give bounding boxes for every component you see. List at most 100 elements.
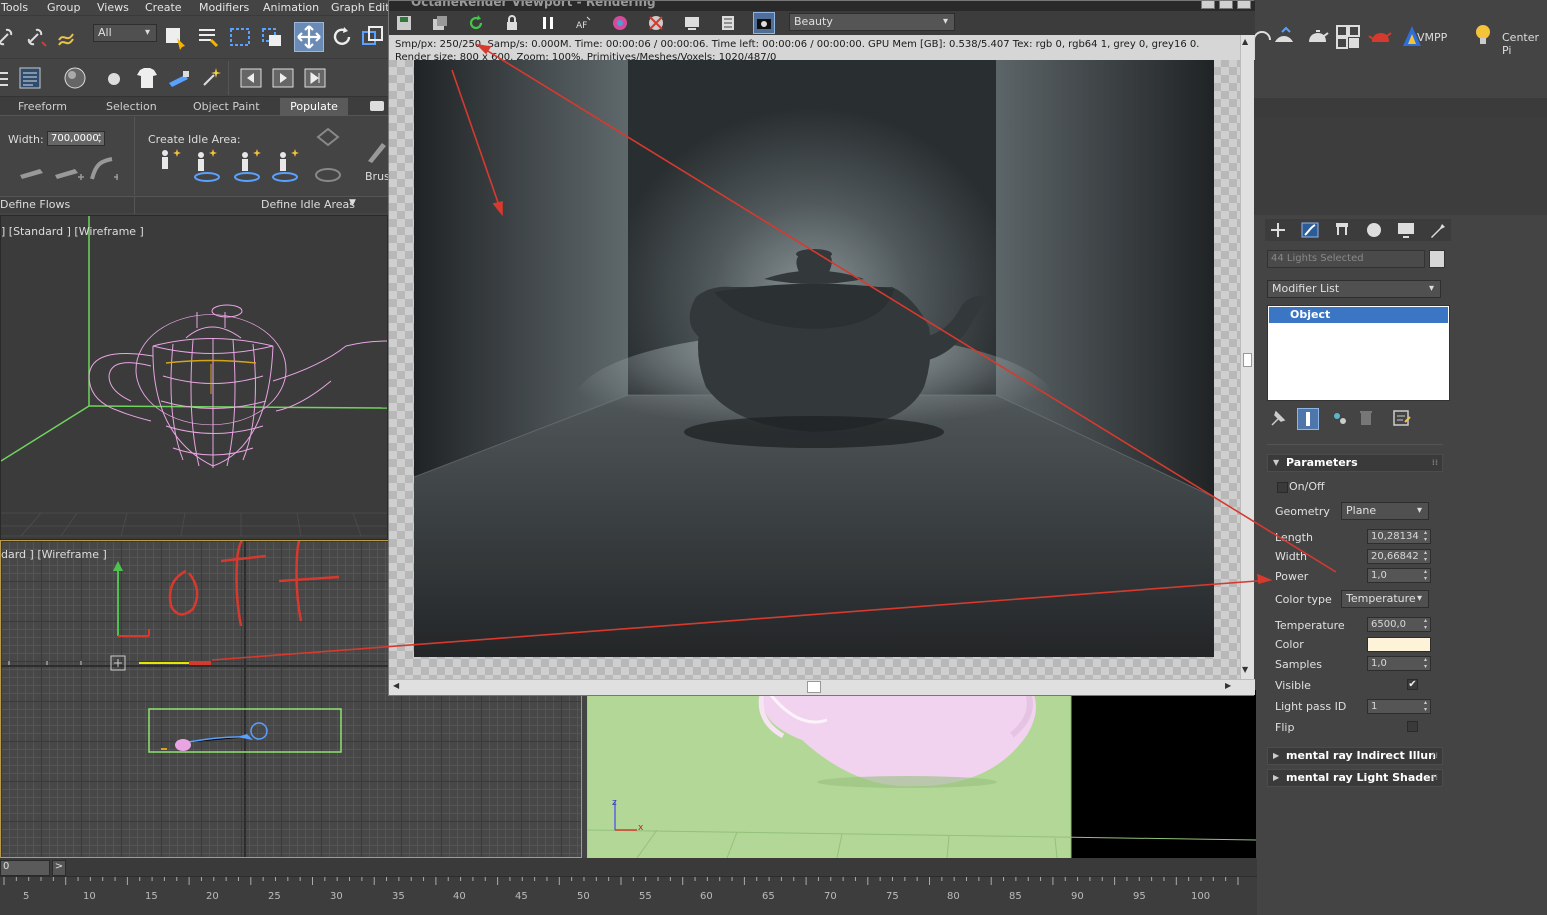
- window-crossing-icon[interactable]: [259, 24, 285, 50]
- region-render-icon[interactable]: [647, 14, 665, 32]
- remove-modifier-icon[interactable]: [1355, 408, 1377, 428]
- scroll-right-icon[interactable]: ▶: [1225, 681, 1231, 690]
- material-editor-icon[interactable]: [62, 65, 88, 91]
- configure-modifier-sets-icon[interactable]: [1391, 408, 1413, 428]
- color-swatch[interactable]: [1367, 637, 1431, 652]
- scroll-up-icon[interactable]: ▲: [1242, 37, 1248, 46]
- menu-views[interactable]: Views: [97, 1, 129, 14]
- color-type-dropdown[interactable]: Temperature: [1341, 590, 1429, 608]
- close-button[interactable]: [1237, 1, 1251, 9]
- object-color-swatch[interactable]: [1429, 250, 1445, 268]
- pin-stack-icon[interactable]: [1267, 408, 1289, 428]
- onoff-checkbox[interactable]: [1277, 482, 1288, 493]
- select-object-icon[interactable]: [163, 24, 189, 50]
- timeline-ruler[interactable]: 5 10 15 20 25 30 35 40 45 50 55 60 65 70…: [0, 876, 1263, 915]
- unlink-icon[interactable]: [24, 24, 50, 50]
- display-tab-icon[interactable]: [1395, 220, 1417, 240]
- define-idle-areas-label[interactable]: Define Idle Areas: [261, 198, 355, 211]
- width-spinner[interactable]: 20,66842: [1367, 549, 1431, 564]
- vertical-scroll-thumb[interactable]: [1243, 353, 1252, 367]
- selection-filter-dropdown[interactable]: All: [93, 24, 157, 42]
- play-frame-icon[interactable]: [270, 65, 296, 91]
- samples-spinner[interactable]: 1,0: [1367, 656, 1431, 671]
- frame-field[interactable]: 0: [0, 860, 50, 876]
- modifier-stack[interactable]: Object: [1267, 305, 1450, 401]
- viewport-shaded[interactable]: z x: [587, 690, 1256, 858]
- vertical-scrollbar[interactable]: ▲ ▼: [1240, 35, 1254, 679]
- define-flows-label[interactable]: Define Flows: [0, 198, 70, 211]
- chevron-down-icon[interactable]: ▼: [349, 198, 356, 208]
- copy-image-icon[interactable]: [431, 14, 449, 32]
- render-setup-icon[interactable]: [166, 65, 192, 91]
- power-spinner[interactable]: 1,0: [1367, 568, 1431, 583]
- rect-selection-icon[interactable]: [227, 24, 253, 50]
- tab-freeform[interactable]: Freeform: [18, 100, 67, 113]
- pause-icon[interactable]: [539, 14, 557, 32]
- move-tool-button[interactable]: [294, 22, 324, 52]
- color-picker-icon[interactable]: [611, 14, 629, 32]
- tab-populate[interactable]: Populate: [280, 98, 348, 116]
- scene-explorer-icon[interactable]: [17, 65, 43, 91]
- center-pivot-label[interactable]: Center Pi: [1502, 31, 1547, 57]
- lightbulb-icon[interactable]: [1470, 22, 1496, 48]
- show-end-result-button[interactable]: [1297, 408, 1319, 430]
- scroll-down-icon[interactable]: ▼: [1242, 665, 1248, 674]
- render-frame-icon[interactable]: [1272, 24, 1298, 50]
- parameters-rollout[interactable]: ▼ Parameters ⁞⁞: [1267, 454, 1443, 472]
- menu-tools[interactable]: Tools: [1, 1, 28, 14]
- next-frame-icon[interactable]: [302, 65, 328, 91]
- horizontal-scrollbar[interactable]: ◀ ▶: [389, 679, 1255, 695]
- link-icon[interactable]: [0, 24, 20, 50]
- af-focus-icon[interactable]: AF: [575, 14, 593, 32]
- modifier-list-dropdown[interactable]: Modifier List: [1267, 280, 1441, 298]
- mental-ray-indirect-rollout[interactable]: ▶ mental ray Indirect Illun ⁞⁞: [1267, 747, 1443, 765]
- stack-item-object[interactable]: Object: [1269, 307, 1448, 323]
- scroll-left-icon[interactable]: ◀: [393, 681, 399, 690]
- menu-animation[interactable]: Animation: [263, 1, 319, 14]
- create-tab-icon[interactable]: [1267, 220, 1289, 240]
- octane-render-window[interactable]: OctaneRender Viewport - Rendering AF Bea…: [388, 0, 1255, 696]
- menu-graph-editors[interactable]: Graph Edito: [331, 1, 396, 14]
- mental-ray-shader-rollout[interactable]: ▶ mental ray Light Shader ⁞⁞: [1267, 769, 1443, 787]
- modify-tab-icon[interactable]: [1299, 220, 1321, 240]
- bind-space-warp-icon[interactable]: [56, 24, 82, 50]
- maximize-button[interactable]: [1219, 1, 1233, 9]
- restart-render-icon[interactable]: [467, 14, 485, 32]
- effects-icon[interactable]: [198, 65, 224, 91]
- rotate-icon[interactable]: [329, 24, 355, 50]
- menu-group[interactable]: Group: [47, 1, 81, 14]
- light-pass-id-spinner[interactable]: 1: [1367, 699, 1431, 714]
- flow-tools-icon[interactable]: [18, 155, 118, 183]
- tab-selection[interactable]: Selection: [106, 100, 157, 113]
- temperature-spinner[interactable]: 6500,0: [1367, 617, 1431, 632]
- scale-icon[interactable]: [360, 24, 386, 50]
- idle-area-icons[interactable]: [155, 147, 305, 183]
- utilities-tab-icon[interactable]: [1427, 220, 1449, 240]
- idle-area-edit-icons[interactable]: [312, 125, 346, 185]
- visible-checkbox[interactable]: ✔: [1407, 679, 1418, 690]
- hierarchy-tab-icon[interactable]: [1331, 220, 1353, 240]
- ribbon-minimize-icon[interactable]: [370, 101, 384, 111]
- render-pass-dropdown[interactable]: Beauty: [789, 13, 955, 31]
- brush-icon[interactable]: [364, 137, 390, 167]
- octane-title-bar[interactable]: OctaneRender Viewport - Rendering: [389, 1, 1255, 11]
- menu-create[interactable]: Create: [145, 1, 182, 14]
- viewport-perspective[interactable]: ] [Standard ] [Wireframe ]: [0, 215, 388, 540]
- geometry-dropdown[interactable]: Plane: [1341, 502, 1429, 520]
- make-unique-icon[interactable]: [1329, 408, 1351, 428]
- selection-name-field[interactable]: 44 Lights Selected: [1267, 250, 1425, 268]
- prev-frame-icon[interactable]: [238, 65, 264, 91]
- scene-states-icon[interactable]: [1335, 24, 1361, 50]
- horizontal-scroll-thumb[interactable]: [807, 681, 821, 693]
- display-settings-icon[interactable]: [683, 14, 701, 32]
- octane-canvas[interactable]: Smp/px: 250/250. Samp/s: 0.000M. Time: 0…: [389, 35, 1255, 679]
- menu-modifiers[interactable]: Modifiers: [199, 1, 249, 14]
- minimize-button[interactable]: [1201, 1, 1215, 9]
- width-spinner[interactable]: 700,0000: [47, 131, 105, 146]
- length-spinner[interactable]: 10,28134: [1367, 529, 1431, 544]
- motion-tab-icon[interactable]: [1363, 220, 1385, 240]
- teapot-render-icon[interactable]: [1304, 24, 1330, 50]
- save-image-icon[interactable]: [395, 14, 413, 32]
- lock-icon[interactable]: [503, 14, 521, 32]
- cloth-icon[interactable]: [134, 65, 160, 91]
